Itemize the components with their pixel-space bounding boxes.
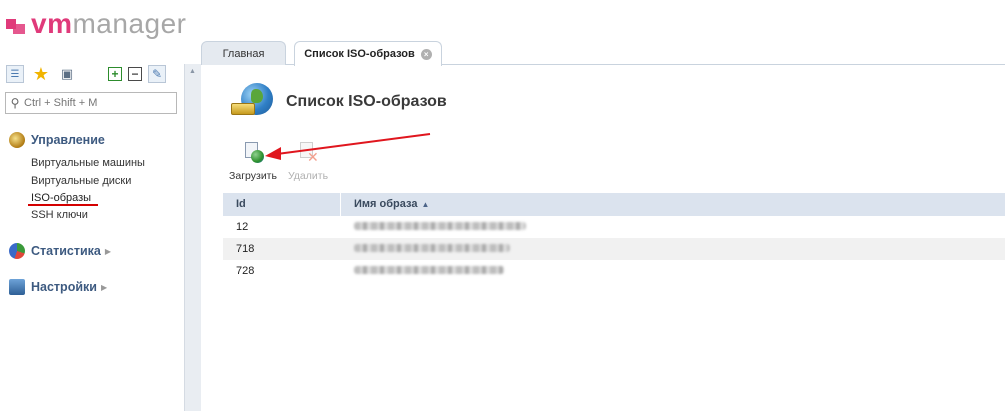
logo-text: vmmanager [31,8,187,39]
tab-iso-list[interactable]: Список ISO-образов × [294,41,442,66]
upload-icon [242,142,264,164]
tree-view-icon[interactable]: ☰ [6,65,24,83]
logo-mark-icon [6,13,28,35]
group-settings[interactable]: Настройки ▶ [9,279,107,295]
search-input[interactable] [24,97,169,109]
column-header-id[interactable]: Id [223,193,341,216]
cell-name-redacted [341,265,1005,277]
pin-icon[interactable]: ✎ [148,65,166,83]
group-label: Настройки [31,280,97,294]
group-management[interactable]: Управление [9,132,105,148]
upload-button[interactable]: Загрузить [223,142,283,182]
statistics-icon [9,243,25,259]
sidebar-item-ssh-keys[interactable]: SSH ключи [31,209,88,221]
collapse-all-icon[interactable]: − [128,67,142,81]
tab-bar: Главная Список ISO-образов × [201,40,1005,66]
iso-globe-icon [231,81,275,121]
cell-name-redacted [341,243,1005,255]
column-header-name[interactable]: Имя образа ▲ [341,193,1005,216]
sidebar-item-virtual-disks[interactable]: Виртуальные диски [31,175,131,187]
sidebar-item-iso-images[interactable]: ISO-образы [31,192,91,204]
management-icon [9,132,25,148]
iso-table: Id Имя образа ▲ 12 718 728 [223,193,1005,282]
chevron-right-icon: ▶ [100,282,108,292]
delete-button[interactable]: ✕ Удалить [278,142,338,182]
cell-id: 728 [236,265,255,277]
cell-id: 12 [236,221,249,233]
menu-search: ⚲ [5,92,177,114]
table-row[interactable]: 728 [223,260,1005,282]
sidebar-splitter[interactable]: ▲ [184,64,201,411]
cell-name-redacted [341,221,1005,233]
search-icon: ⚲ [10,96,20,110]
tab-home[interactable]: Главная [201,41,286,65]
annotation-underline [28,204,98,206]
close-icon[interactable]: × [420,48,432,60]
table-header: Id Имя образа ▲ [223,193,1005,216]
group-label: Статистика [31,244,101,258]
table-row[interactable]: 718 [223,238,1005,260]
favorites-star-icon[interactable]: ★ [32,64,50,84]
app-logo: vmmanager [6,8,186,40]
sort-ascending-icon: ▲ [421,200,430,209]
sidebar-toolbar: ☰ ★ ▣ + − ✎ [6,64,166,84]
group-statistics[interactable]: Статистика ▶ [9,243,111,259]
cell-id: 718 [236,243,255,255]
group-label: Управление [31,133,105,147]
chevron-right-icon: ▶ [104,246,112,256]
settings-icon [9,279,25,295]
page-title: Список ISO-образов [286,93,447,110]
sidebar: ☰ ★ ▣ + − ✎ ⚲ Управление Виртуальные маш… [0,58,184,411]
clipboard-icon[interactable]: ▣ [58,65,76,83]
table-row[interactable]: 12 [223,216,1005,238]
scroll-up-icon[interactable]: ▲ [189,68,196,75]
sidebar-item-virtual-machines[interactable]: Виртуальные машины [31,157,145,169]
expand-all-icon[interactable]: + [108,67,122,81]
delete-icon: ✕ [297,142,319,165]
main-content: Список ISO-образов Загрузить ✕ Удалить I… [201,66,1005,411]
